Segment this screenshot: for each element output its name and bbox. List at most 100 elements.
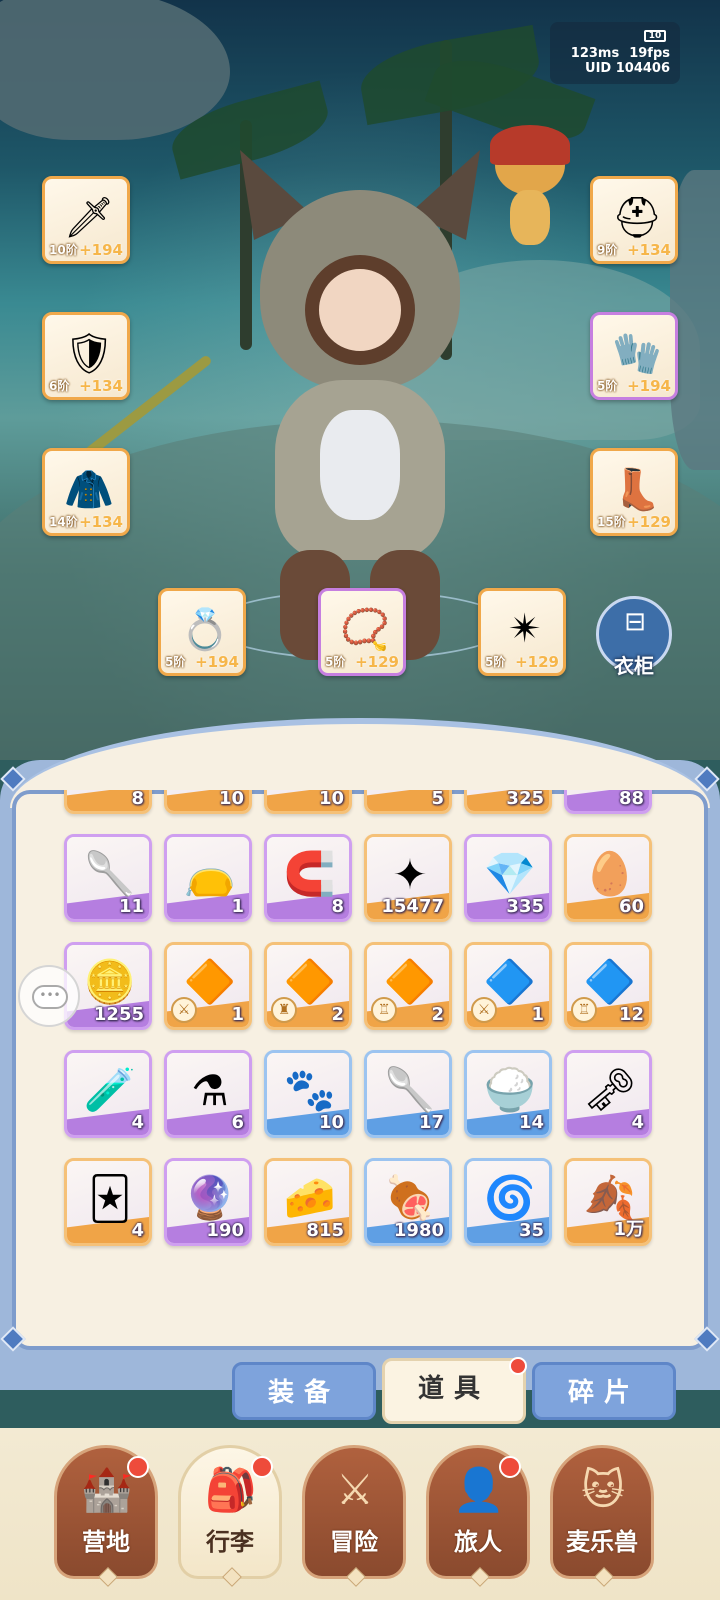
item-count: 60 (618, 896, 644, 917)
cheese-icon: 🧀 (283, 1173, 337, 1222)
equipment-slot-bottom-3[interactable]: ✴ 5阶 +129 (478, 588, 566, 676)
item-count: 1255 (93, 1004, 144, 1025)
network-status: 10 123ms 19fps UID 104406 (550, 22, 680, 84)
fps-value: 19fps (629, 46, 670, 61)
item-count: 5 (431, 790, 444, 809)
meat-icon: 🍖 (383, 1173, 437, 1222)
nav-label: 营地 (82, 1528, 130, 1556)
inventory-item[interactable]: ✦ 15477 (364, 834, 452, 922)
equipment-tier: 14阶 (49, 515, 78, 529)
inventory-item[interactable]: 🥄 11 (64, 834, 152, 922)
inventory-item[interactable]: 🗝 4 (564, 1050, 652, 1138)
inventory-item-partial[interactable]: 10 (264, 790, 352, 814)
inventory-item[interactable]: 🌀 35 (464, 1158, 552, 1246)
equipment-tier: 6阶 (49, 379, 70, 393)
armor-icon: 🛡 (63, 330, 115, 377)
equipment-tier: 5阶 (165, 655, 186, 669)
wardrobe-label: 衣柜 (614, 654, 654, 678)
inventory-item-partial[interactable]: 8 (64, 790, 152, 814)
equipment-bonus: +194 (79, 241, 123, 259)
paw-sack-icon: 👝 (183, 849, 237, 898)
inventory-item-partial[interactable]: 325 (464, 790, 552, 814)
inventory-item[interactable]: 🧪 4 (64, 1050, 152, 1138)
wardrobe-icon: ⊟ (624, 607, 646, 637)
inventory-item[interactable]: 🃏 4 (64, 1158, 152, 1246)
inventory-item[interactable]: 🍂 1万 (564, 1158, 652, 1246)
inventory-item[interactable]: 🥚 60 (564, 834, 652, 922)
nav-backpack[interactable]: 🎒 行李 (178, 1445, 282, 1587)
inventory-item-partial[interactable]: 88 (564, 790, 652, 814)
equipment-slot-left-1[interactable]: 🗡 10阶 +194 (42, 176, 130, 264)
item-count: 8 (331, 896, 344, 917)
boots-icon: 👢 (612, 466, 662, 513)
tab-items[interactable]: 道具 (382, 1357, 527, 1424)
pink-paw-icon: 🐾 (283, 1065, 337, 1114)
item-count: 1 (231, 1004, 244, 1025)
item-count: 6 (231, 1112, 244, 1133)
inventory-item[interactable]: 🧲 8 (264, 834, 352, 922)
inventory-item[interactable]: 🔶 ⚔ 1 (164, 942, 252, 1030)
nav-beast[interactable]: 🐱 麦乐兽 (550, 1445, 654, 1587)
equipment-slot-left-2[interactable]: 🛡 6阶 +134 (42, 312, 130, 400)
notification-badge (127, 1456, 149, 1478)
purple-gem-icon: 💎 (483, 849, 537, 898)
inventory-item[interactable]: 🔶 ♜ 2 (264, 942, 352, 1030)
pendant-icon: ✴ (508, 606, 542, 652)
item-count: 2 (431, 1004, 444, 1025)
inventory-item-partial[interactable]: 5 (364, 790, 452, 814)
nav-castle[interactable]: 🏰 营地 (54, 1445, 158, 1587)
item-type-icon: ♖ (571, 997, 597, 1023)
crossed-swords-icon: ⚔ (336, 1465, 374, 1514)
item-count: 10 (218, 790, 244, 809)
inventory-item[interactable]: 🔮 190 (164, 1158, 252, 1246)
blue-potion-icon: 🧪 (83, 1065, 137, 1114)
inventory-item[interactable]: 💎 335 (464, 834, 552, 922)
ring-icon: 💍 (180, 606, 230, 653)
equipment-slot-right-2[interactable]: 🧤 5阶 +194 (590, 312, 678, 400)
nav-label: 麦乐兽 (566, 1528, 638, 1556)
inventory-item[interactable]: ⚗ 6 (164, 1050, 252, 1138)
inventory-item[interactable]: 🍚 14 (464, 1050, 552, 1138)
pet-companion[interactable] (490, 125, 570, 245)
item-count: 1万 (613, 1219, 644, 1240)
equipment-tier: 5阶 (485, 655, 506, 669)
inventory-item[interactable]: 👝 1 (164, 834, 252, 922)
equipment-slot-right-1[interactable]: ⛑ 9阶 +134 (590, 176, 678, 264)
tab-equipment[interactable]: 装备 (232, 1362, 376, 1420)
inventory-item[interactable]: 🍖 1980 (364, 1158, 452, 1246)
inventory-tabs: 装备 道具 碎片 (232, 1357, 682, 1426)
star-crystal-icon: ✦ (392, 849, 428, 899)
equipment-tier: 5阶 (325, 655, 346, 669)
cat-spoon-icon: 🥄 (83, 849, 137, 898)
nav-traveler[interactable]: 👤 旅人 (426, 1445, 530, 1587)
equipment-slot-bottom-2[interactable]: 📿 5阶 +129 (318, 588, 406, 676)
ping-value: 123ms (570, 46, 620, 61)
inventory-item[interactable]: 🧀 815 (264, 1158, 352, 1246)
equipment-bonus: +134 (627, 241, 671, 259)
notification-badge (509, 1357, 527, 1375)
chat-button[interactable]: ••• (18, 965, 80, 1027)
chat-icon: ••• (32, 985, 68, 1009)
nav-crossed-swords[interactable]: ⚔ 冒险 (302, 1445, 406, 1587)
item-count: 8 (131, 790, 144, 809)
equipment-tier: 5阶 (597, 379, 618, 393)
equipment-slot-left-3[interactable]: 🧥 14阶 +134 (42, 448, 130, 536)
inventory-item[interactable]: 🔶 ♖ 2 (364, 942, 452, 1030)
notification-badge (251, 1456, 273, 1478)
notification-badge (499, 1456, 521, 1478)
inventory-item[interactable]: 🔷 ⚔ 1 (464, 942, 552, 1030)
tab-fragments[interactable]: 碎片 (532, 1362, 676, 1420)
equipment-slot-right-3[interactable]: 👢 15阶 +129 (590, 448, 678, 536)
inventory-item[interactable]: 🔷 ♖ 12 (564, 942, 652, 1030)
item-count: 325 (506, 790, 544, 809)
equipment-bonus: +129 (627, 513, 671, 531)
equipment-slot-bottom-1[interactable]: 💍 5阶 +194 (158, 588, 246, 676)
item-count: 815 (306, 1220, 344, 1241)
inventory-item[interactable]: 🐾 10 (264, 1050, 352, 1138)
inventory-grid[interactable]: 8 10 10 5 325 88 🥄 11 👝 1 🧲 8 ✦ 15477 💎 335 🥚 60 🪙 1255 🔶 ⚔ 1 🔶… (52, 790, 672, 1260)
equipment-bonus: +194 (627, 377, 671, 395)
item-count: 17 (418, 1112, 444, 1133)
item-count: 15477 (381, 896, 444, 917)
inventory-item-partial[interactable]: 10 (164, 790, 252, 814)
inventory-item[interactable]: 🥄 17 (364, 1050, 452, 1138)
